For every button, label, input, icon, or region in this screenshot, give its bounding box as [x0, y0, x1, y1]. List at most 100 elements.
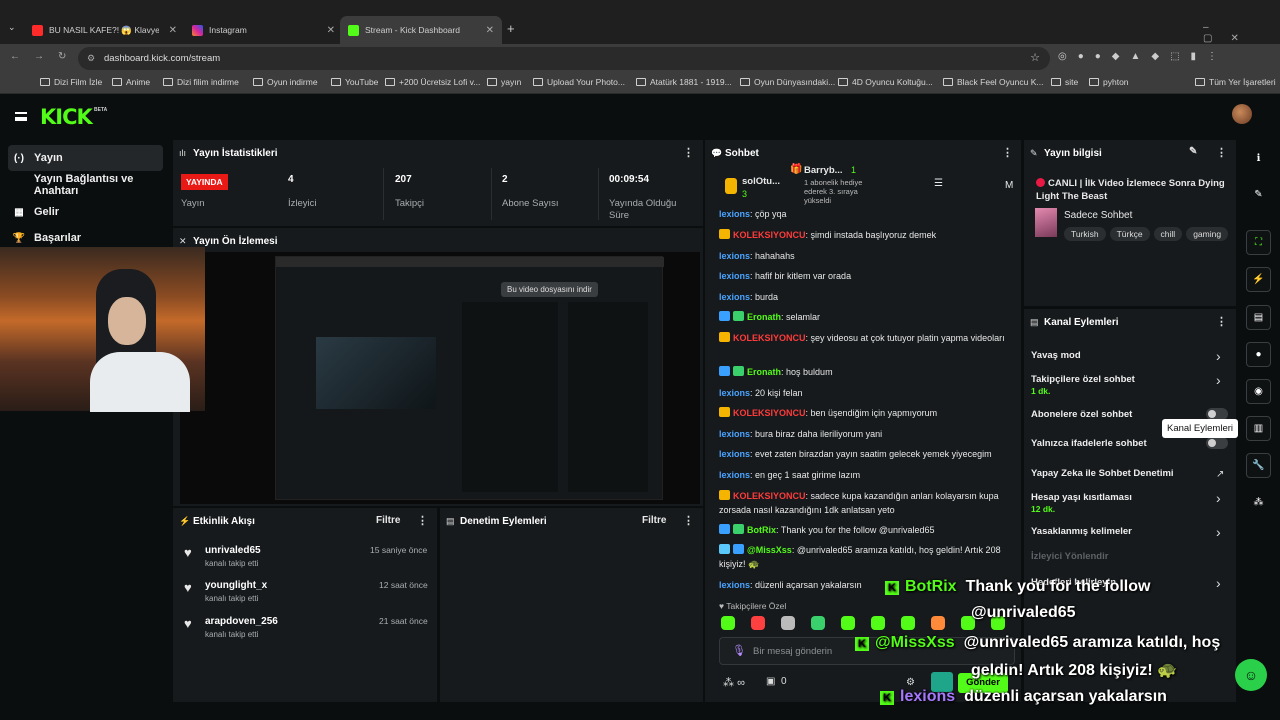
moderation-filter-button[interactable]: Filtre	[642, 515, 666, 526]
chat-username[interactable]: lexions	[719, 580, 750, 590]
channel-action-row[interactable]: Yalnızca ifadelerle sohbet	[1031, 438, 1147, 449]
nav-arrows-icon[interactable]: ←→↻	[10, 51, 80, 62]
chat-icon[interactable]: ●	[1246, 342, 1271, 367]
kebab-icon[interactable]: ⋮	[683, 146, 694, 159]
bookmark-item[interactable]: site	[1051, 77, 1078, 87]
category-name[interactable]: Sadece Sohbet	[1064, 210, 1132, 221]
emote-icon[interactable]	[931, 616, 945, 630]
bookmark-item[interactable]: pyhton	[1089, 77, 1129, 87]
chat-username[interactable]: lexions	[719, 292, 750, 302]
edit-icon[interactable]: ✎	[1189, 146, 1197, 157]
bookmark-item[interactable]: Oyun Dünyasındaki...	[740, 77, 835, 87]
scan-icon[interactable]: ⛶	[1246, 230, 1271, 255]
broadcast-icon[interactable]: ◉	[1246, 379, 1271, 404]
settings-gear-icon[interactable]: ⚙	[906, 677, 915, 688]
chat-username[interactable]: Eronath	[747, 312, 781, 322]
chat-username[interactable]: lexions	[719, 449, 750, 459]
nav-revenue[interactable]: ▦ Gelir	[8, 199, 163, 225]
info-icon[interactable]: ℹ	[1246, 146, 1271, 171]
chat-username[interactable]: KOLEKSIYONCU	[733, 408, 806, 418]
kebab-icon[interactable]: ⋮	[683, 514, 694, 527]
channel-action-row[interactable]: Takipçilere özel sohbet 1 dk.	[1031, 374, 1135, 396]
avatar[interactable]	[1232, 104, 1252, 124]
emote-icon[interactable]	[721, 616, 735, 630]
chat-username[interactable]: lexions	[719, 209, 750, 219]
kebab-icon[interactable]: ⋮	[1002, 146, 1013, 159]
menu-icon[interactable]	[15, 112, 27, 121]
chat-username[interactable]: lexions	[719, 271, 750, 281]
bookmark-star-icon[interactable]: ☆	[1030, 51, 1040, 64]
bookmark-item[interactable]: YouTube	[331, 77, 378, 87]
close-icon[interactable]: ✕	[486, 25, 494, 36]
document-icon[interactable]: ▤	[1246, 305, 1271, 330]
channel-actions-icon[interactable]: ▥	[1246, 416, 1271, 441]
site-info-icon[interactable]: ⚙	[87, 53, 95, 64]
chat-username[interactable]: lexions	[719, 251, 750, 261]
emote-icon[interactable]	[781, 616, 795, 630]
channel-action-row[interactable]: Hesap yaşı kısıtlaması 12 dk.	[1031, 492, 1132, 514]
tab-instagram[interactable]: Instagram ✕	[192, 19, 335, 41]
close-icon[interactable]: ✕	[169, 25, 177, 36]
chevron-right-icon[interactable]: ›	[1216, 524, 1221, 540]
all-bookmarks[interactable]: Tüm Yer İşaretleri	[1195, 77, 1276, 87]
chat-username[interactable]: KOLEKSIYONCU	[733, 491, 806, 501]
support-chat-icon[interactable]: ☺	[1235, 659, 1267, 691]
bookmark-item[interactable]: +200 Ücretsiz Lofi v...	[385, 77, 480, 87]
collapse-icon[interactable]: ☰	[934, 178, 943, 189]
bookmark-item[interactable]: yayın	[487, 77, 521, 87]
channel-action-row[interactable]: İzleyici Yönlendir	[1031, 551, 1108, 562]
window-controls[interactable]: –▢✕	[1203, 22, 1280, 44]
channel-action-row[interactable]: Yavaş mod	[1031, 350, 1081, 361]
nav-stream[interactable]: (·) Yayın	[8, 145, 163, 171]
channel-action-row[interactable]: Abonelere özel sohbet	[1031, 409, 1132, 420]
extensions-icons[interactable]: ◎●●◆▲◆⬚▮⋮	[1058, 51, 1228, 62]
bookmark-item[interactable]: Anime	[112, 77, 150, 87]
chat-username[interactable]: KOLEKSIYONCU	[733, 333, 806, 343]
chat-username[interactable]: lexions	[719, 388, 750, 398]
share-icon[interactable]: ⁂	[1246, 490, 1271, 515]
new-tab-button[interactable]: +	[507, 21, 515, 36]
chevron-right-icon[interactable]: ›	[1216, 348, 1221, 364]
emote-icon[interactable]	[751, 616, 765, 630]
chat-username[interactable]: lexions	[719, 429, 750, 439]
pencil-icon[interactable]: ✎	[1246, 182, 1271, 207]
chat-username[interactable]: lexions	[719, 470, 750, 480]
emote-icon[interactable]	[901, 616, 915, 630]
kebab-icon[interactable]: ⋮	[417, 514, 428, 527]
bookmark-item[interactable]: Oyun indirme	[253, 77, 318, 87]
bookmark-item[interactable]: Black Feel Oyuncu K...	[943, 77, 1043, 87]
bookmark-item[interactable]: Dizi Film İzle	[40, 77, 102, 87]
tab-youtube[interactable]: BU NASIL KAFE?! 😱 Klavyeler ✕	[32, 19, 177, 41]
download-video-tooltip[interactable]: Bu video dosyasını indir	[501, 282, 598, 297]
external-link-icon[interactable]: ↗	[1216, 469, 1224, 480]
close-icon[interactable]: ✕	[327, 25, 335, 36]
emote-icon[interactable]	[811, 616, 825, 630]
bookmark-item[interactable]: Dizi filim indirme	[163, 77, 239, 87]
kebab-icon[interactable]: ⋮	[1216, 146, 1227, 159]
chevron-right-icon[interactable]: ›	[1216, 575, 1221, 591]
kebab-icon[interactable]: ⋮	[1216, 315, 1227, 328]
tab-kick-dashboard[interactable]: Stream - Kick Dashboard ✕	[340, 16, 502, 44]
channel-action-row[interactable]: Yapay Zeka ile Sohbet Denetimi	[1031, 468, 1174, 479]
chat-username[interactable]: BotRix	[747, 525, 776, 535]
nav-stream-key[interactable]: Yayın Bağlantısı ve Anahtarı	[8, 172, 178, 198]
feed-filter-button[interactable]: Filtre	[376, 515, 400, 526]
chevron-right-icon[interactable]: ›	[1216, 372, 1221, 388]
toggle-switch[interactable]	[1206, 437, 1228, 449]
stream-preview-video[interactable]: Bu video dosyasını indir	[180, 252, 700, 504]
emote-icon[interactable]	[871, 616, 885, 630]
chevron-right-icon[interactable]: ›	[1216, 490, 1221, 506]
address-bar[interactable]: ⚙ dashboard.kick.com/stream ☆	[78, 47, 1050, 70]
channel-action-row[interactable]: Yasaklanmış kelimeler	[1031, 526, 1132, 537]
kick-logo[interactable]: KICK	[40, 105, 93, 129]
chat-username[interactable]: KOLEKSIYONCU	[733, 230, 806, 240]
wrench-icon[interactable]: 🔧	[1246, 453, 1271, 478]
tab-search-icon[interactable]: ⌄	[8, 22, 16, 33]
chat-footer-icons[interactable]: ⁂ ∞	[723, 676, 745, 689]
microphone-icon[interactable]: 🎙	[732, 644, 746, 657]
lightning-icon[interactable]: ⚡	[1246, 267, 1271, 292]
chat-username[interactable]: @MissXss	[747, 545, 792, 555]
bookmark-item[interactable]: 4D Oyuncu Koltuğu...	[838, 77, 933, 87]
bookmark-item[interactable]: Upload Your Photo...	[533, 77, 625, 87]
bookmark-item[interactable]: Atatürk 1881 - 1919...	[636, 77, 732, 87]
